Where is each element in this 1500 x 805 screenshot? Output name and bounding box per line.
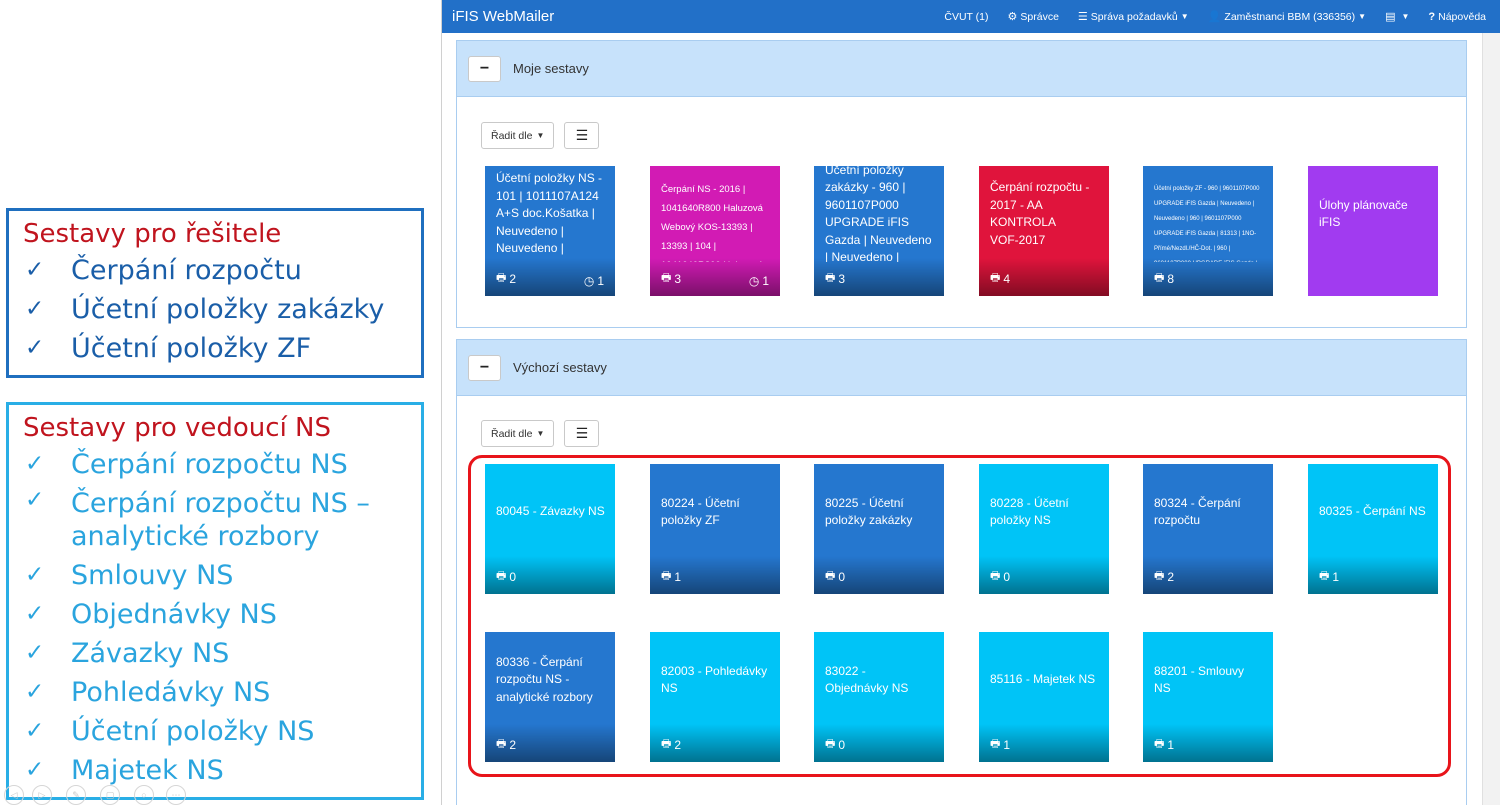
annotation-item: ✓ Majetek NS (23, 751, 421, 790)
sort-button[interactable]: Řadit dle ▼ (481, 122, 555, 149)
question-icon: ? (1428, 10, 1436, 23)
list-view-button[interactable]: ☰ (564, 420, 600, 447)
sort-button[interactable]: Řadit dle ▼ (481, 420, 555, 447)
check-icon: ✓ (25, 562, 45, 588)
print-count: 🖶 8 (1154, 269, 1174, 288)
list-icon: ☰ (575, 425, 589, 441)
caret-down-icon: ▼ (1401, 12, 1410, 21)
check-icon: ✓ (25, 487, 45, 513)
printer-icon: 🖶 (661, 272, 672, 284)
clock-icon: ◷ (748, 274, 760, 288)
play-icon[interactable]: ▷ (32, 785, 52, 805)
annotation-item: ✓ Čerpání rozpočtu NS – analytické rozbor… (23, 484, 421, 556)
collapse-button[interactable]: − (468, 354, 501, 381)
panel-toolbar: Řadit dle ▼ ☰ (481, 122, 600, 149)
check-icon: ✓ (25, 257, 45, 283)
panel-header: − Moje sestavy (457, 41, 1466, 97)
list-icon: ☰ (575, 127, 589, 143)
report-tile[interactable]: Čerpání NS - 2016 | 1041640R800 Haluzová W… (650, 166, 780, 296)
zoom-icon[interactable]: ○ (134, 785, 154, 805)
report-tile[interactable]: Úlohy plánovače iFIS (1308, 166, 1438, 296)
report-tile[interactable]: Účetní položky zakázky - 960 | 9601107P000… (814, 166, 944, 296)
check-icon: ✓ (25, 718, 45, 744)
panel-title: Moje sestavy (513, 61, 589, 76)
tile-title: Účetní položky ZF - 960 | 9601107P000 UPG… (1154, 186, 1260, 262)
check-icon: ✓ (25, 296, 45, 322)
printer-icon: 🖶 (1154, 272, 1165, 284)
panel-header: − Výchozí sestavy (457, 340, 1466, 396)
minus-icon: − (479, 358, 490, 376)
print-count: 🖶 4 (990, 269, 1010, 288)
check-icon: ✓ (25, 451, 45, 477)
nav-cvut[interactable]: ČVUT (1) (944, 11, 988, 23)
annotation-item: ✓ Účetní položky NS (23, 712, 421, 751)
pen-icon[interactable]: ✎ (66, 785, 86, 805)
annotation-list: ✓ Čerpání rozpočtu NS ✓ Čerpání rozpočtu N… (23, 445, 421, 790)
annotation-item: ✓ Smlouvy NS (23, 556, 421, 595)
check-icon: ✓ (25, 335, 45, 361)
panel-moje-sestavy: − Moje sestavy Řadit dle ▼ ☰ Účetní polož… (456, 40, 1467, 328)
annotation-list: ✓ Čerpání rozpočtu ✓ Účetní položky zakázk… (23, 251, 421, 368)
nav-spravce[interactable]: ⚙ Správce (1007, 10, 1059, 24)
print-count: 🖶 2 (496, 269, 516, 288)
minus-icon: − (479, 59, 490, 77)
schedule-count: ◷ 1 (748, 274, 769, 288)
annotation-item: ✓ Čerpání rozpočtu NS (23, 445, 421, 484)
caret-down-icon: ▼ (536, 131, 545, 140)
nav-sprava-pozadavku[interactable]: ☰ Správa požadavků ▼ (1077, 10, 1189, 24)
tile-title: Účetní položky NS -101 | 1011107A124 A+S … (496, 171, 603, 256)
schedule-count: ◷ 1 (583, 274, 604, 288)
caret-down-icon: ▼ (1358, 12, 1367, 21)
language-icon: ▤ (1385, 11, 1396, 23)
annotation-item: ✓ Účetní položky zakázky (23, 290, 421, 329)
annotation-item: ✓ Účetní položky ZF (23, 329, 421, 368)
annotation-item: ✓ Pohledávky NS (23, 673, 421, 712)
list-view-button[interactable]: ☰ (564, 122, 600, 149)
print-count: 🖶 3 (825, 269, 845, 288)
user-icon: 👤 (1207, 11, 1222, 23)
clock-icon: ◷ (583, 274, 595, 288)
nav-napoveda[interactable]: ? Nápověda (1428, 11, 1486, 23)
annotation-vedouci: Sestavy pro vedoucí NS ✓ Čerpání rozpočtu… (6, 402, 424, 800)
annotation-item: ✓ Objednávky NS (23, 595, 421, 634)
printer-icon: 🖶 (496, 272, 507, 284)
annotation-title: Sestavy pro řešitele (23, 219, 282, 249)
highlight-frame (468, 455, 1451, 777)
caret-down-icon: ▼ (536, 429, 545, 438)
slides-icon[interactable]: ▢ (100, 785, 120, 805)
print-count: 🖶 3 (661, 269, 681, 288)
annotation-resitel: Sestavy pro řešitele ✓ Čerpání rozpočtu ✓… (6, 208, 424, 378)
check-icon: ✓ (25, 601, 45, 627)
printer-icon: 🖶 (825, 272, 836, 284)
annotation-item: ✓ Čerpání rozpočtu (23, 251, 421, 290)
check-icon: ✓ (25, 679, 45, 705)
printer-icon: 🖶 (990, 272, 1001, 284)
report-tile[interactable]: Účetní položky NS -101 | 1011107A124 A+S … (485, 166, 615, 296)
tile-title: Účetní položky zakázky - 960 | 9601107P000… (825, 166, 932, 262)
tile-title: Úlohy plánovače iFIS (1319, 197, 1408, 230)
tile-title: Čerpání rozpočtu -2017 - AA KONTROLA VOF-2… (990, 180, 1090, 247)
play-back-icon[interactable]: ◁ (4, 785, 24, 805)
report-tile[interactable]: Čerpání rozpočtu -2017 - AA KONTROLA VOF-2… (979, 166, 1109, 296)
nav-zamestnanci[interactable]: 👤 Zaměstnanci BBM (336356) ▼ (1207, 10, 1367, 24)
tile-title: Čerpání NS - 2016 | 1041640R800 Haluzová W… (661, 184, 763, 262)
bars-icon: ☰ (1077, 11, 1088, 23)
annotation-title: Sestavy pro vedoucí NS (23, 413, 332, 443)
more-icon[interactable]: ⋯ (166, 785, 186, 805)
report-tile[interactable]: Účetní položky ZF - 960 | 9601107P000 UPG… (1143, 166, 1273, 296)
navbar: iFIS WebMailer ČVUT (1) ⚙ Správce ☰ Správa… (442, 0, 1500, 33)
scrollbar[interactable] (1482, 33, 1500, 805)
annotation-item: ✓ Závazky NS (23, 634, 421, 673)
panel-title: Výchozí sestavy (513, 360, 607, 375)
panel-toolbar: Řadit dle ▼ ☰ (481, 420, 600, 447)
nav-language[interactable]: ▤ ▼ (1385, 10, 1409, 23)
brand[interactable]: iFIS WebMailer (452, 8, 944, 25)
caret-down-icon: ▼ (1180, 12, 1189, 21)
check-icon: ✓ (25, 640, 45, 666)
gears-icon: ⚙ (1007, 11, 1018, 23)
collapse-button[interactable]: − (468, 55, 501, 82)
